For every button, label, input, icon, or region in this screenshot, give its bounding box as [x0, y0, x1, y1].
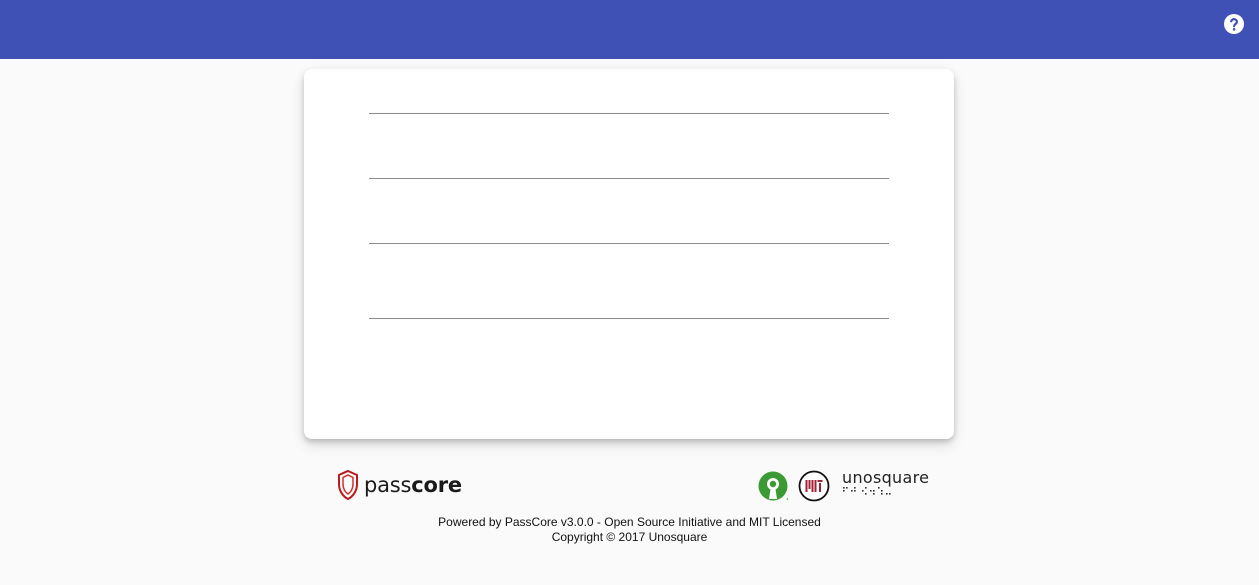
current-password-field[interactable] [369, 138, 889, 179]
confirm-password-field[interactable] [369, 278, 889, 319]
change-password-card [304, 69, 954, 439]
passcore-logo[interactable]: passcore [336, 468, 462, 502]
unosquare-logo[interactable]: unosquare [842, 468, 932, 500]
unosquare-wordmark: unosquare [842, 468, 930, 487]
mit-license-icon[interactable] [798, 470, 830, 502]
powered-by-text: Powered by PassCore v3.0.0 - Open Source… [438, 515, 821, 529]
passcore-shield-icon [338, 469, 358, 501]
username-field[interactable] [369, 73, 889, 114]
unosquare-dots-icon [843, 487, 891, 495]
open-source-initiative-icon[interactable] [758, 470, 790, 502]
passcore-wordmark: passcore [364, 473, 462, 497]
app-header [0, 0, 1259, 59]
new-password-field[interactable] [369, 203, 889, 244]
help-icon[interactable] [1222, 12, 1246, 36]
copyright-text: Copyright © 2017 Unosquare [551, 530, 708, 544]
